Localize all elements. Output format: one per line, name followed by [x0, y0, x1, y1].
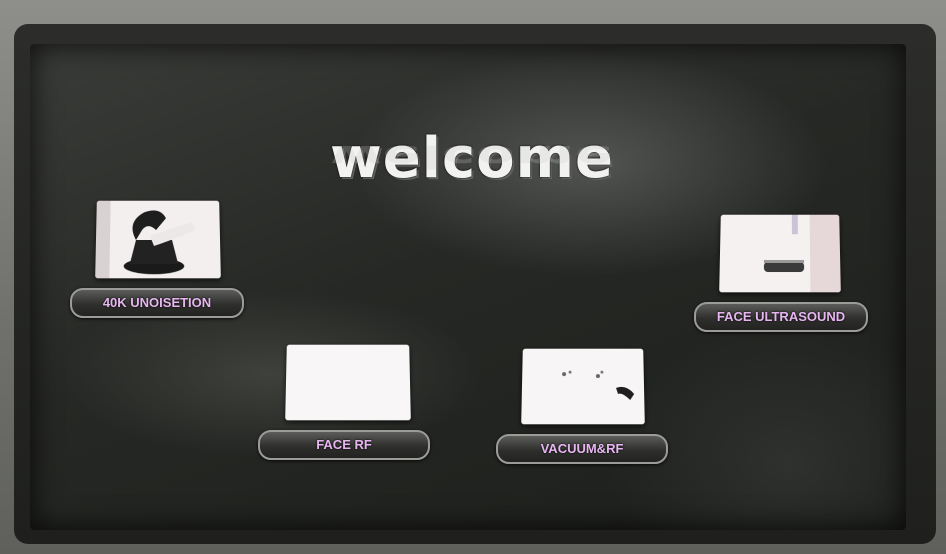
vacuum-icon: [521, 348, 645, 425]
mode-label-face-rf: FACE RF: [316, 437, 372, 452]
mode-button-vacuum-rf[interactable]: VACUUM&RF: [496, 434, 668, 464]
mode-button-face-rf[interactable]: FACE RF: [258, 430, 430, 460]
cavitation-handpiece-image[interactable]: [95, 200, 221, 279]
mode-label-vacuum-rf: VACUUM&RF: [540, 441, 624, 456]
handpiece-icon: [95, 200, 221, 279]
mode-button-40k[interactable]: 40K UNOISETION: [70, 288, 244, 318]
vacuum-rf-image[interactable]: [521, 348, 645, 425]
ultrasound-icon: [719, 214, 841, 293]
face-ultrasound-image[interactable]: [719, 214, 841, 293]
rf-icon: [285, 344, 411, 421]
touch-screen: welcome welcome 40K UNOISETION FACE ULTR…: [30, 44, 906, 530]
welcome-title-reflection: welcome: [330, 138, 614, 174]
mode-label-40k: 40K UNOISETION: [102, 295, 212, 310]
face-rf-image[interactable]: [285, 344, 411, 421]
mode-button-face-ultrasound[interactable]: FACE ULTRASOUND: [694, 302, 868, 332]
mode-label-face-ultrasound: FACE ULTRASOUND: [716, 309, 846, 324]
